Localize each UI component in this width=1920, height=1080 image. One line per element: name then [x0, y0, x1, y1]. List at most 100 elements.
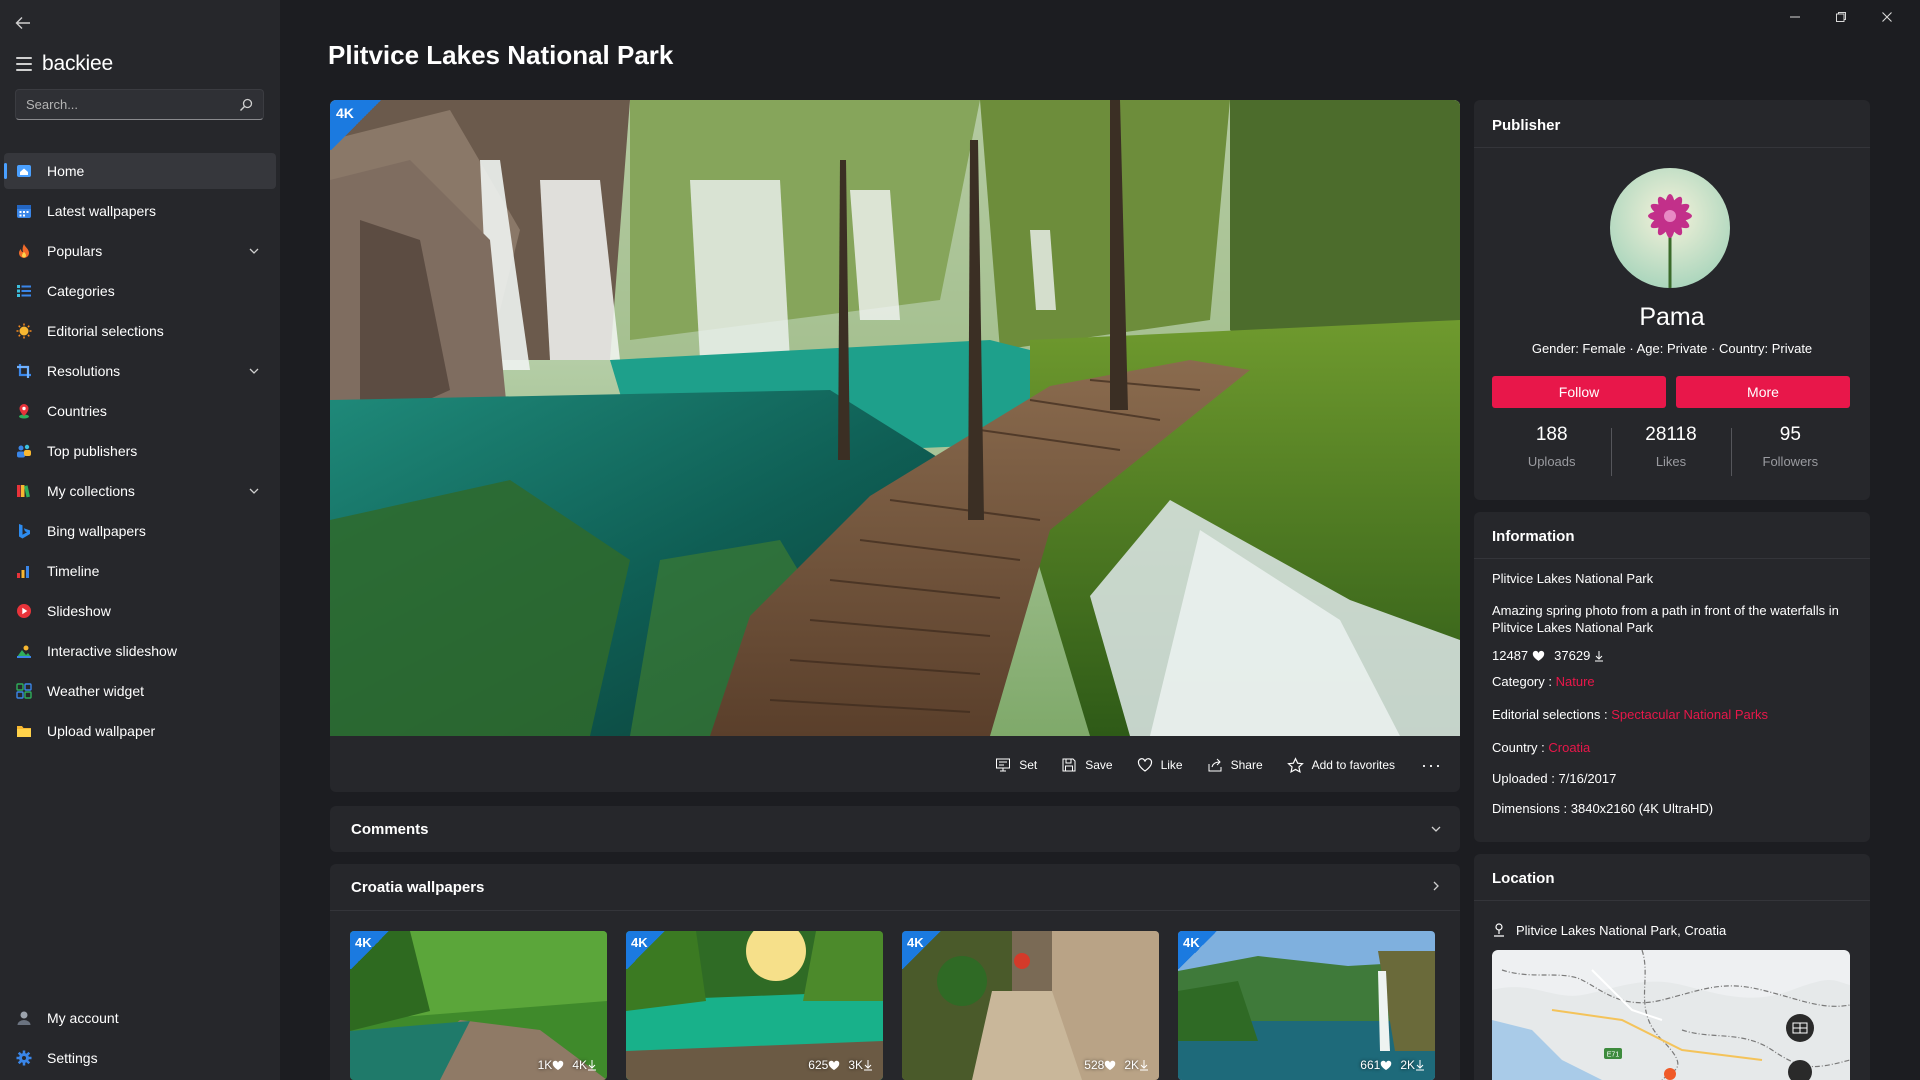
wallpaper-image[interactable] [330, 100, 1460, 736]
sidebar-bottom-nav: My account Settings [0, 1000, 280, 1080]
thumbnail-row: 4K 1K 4K 4K 625 3K 4K 528 2K 4K 661 2K [350, 931, 1454, 1080]
location-map[interactable]: E71 [1492, 950, 1850, 1080]
save-icon [1062, 758, 1076, 772]
sidebar-item-my-collections[interactable]: My collections [4, 473, 276, 509]
sidebar-item-label: Latest wallpapers [47, 203, 156, 219]
save-button[interactable]: Save [1061, 757, 1113, 773]
chevron-down-icon[interactable] [248, 485, 260, 497]
chevron-down-icon[interactable] [248, 245, 260, 257]
wallpaper-thumbnail[interactable]: 4K 661 2K [1178, 931, 1435, 1080]
more-options-icon[interactable]: ··· [1421, 755, 1442, 776]
publisher-name[interactable]: Pama [1474, 303, 1870, 332]
follow-button[interactable]: Follow [1492, 376, 1666, 408]
sidebar-item-weather-widget[interactable]: Weather widget [4, 673, 276, 709]
set-button[interactable]: Set [995, 757, 1037, 773]
uploaded-row: Uploaded : 7/16/2017 [1492, 770, 1852, 787]
sidebar-item-latest-wallpapers[interactable]: Latest wallpapers [4, 193, 276, 229]
downloads-count: 37629 [1554, 648, 1591, 663]
publisher-stats: 188 Uploads 28118 Likes 95 Followers [1492, 424, 1850, 476]
thumbnail-stats: 1K 4K [538, 1058, 597, 1072]
avatar[interactable] [1610, 168, 1730, 288]
country-row: Country : Croatia [1492, 739, 1852, 756]
set-label: Set [1019, 758, 1038, 772]
downloads-count: 4K [572, 1058, 587, 1072]
dimensions-value: 3840x2160 (4K UltraHD) [1570, 801, 1714, 816]
sidebar-item-label: My account [47, 1010, 119, 1026]
related-wallpapers-section: Croatia wallpapers 4K 1K 4K 4K 625 3K 4K… [330, 864, 1460, 1080]
location-pin-icon [1494, 923, 1504, 937]
share-icon [1208, 758, 1222, 772]
wallpaper-thumbnail[interactable]: 4K 528 2K [902, 931, 1159, 1080]
related-section-title[interactable]: Croatia wallpapers [351, 879, 484, 896]
sidebar-item-label: Settings [47, 1050, 98, 1066]
road-label: E71 [1607, 1052, 1620, 1059]
close-button[interactable] [1864, 6, 1910, 28]
wallpaper-thumbnail[interactable]: 4K 625 3K [626, 931, 883, 1080]
sidebar-item-label: Categories [47, 283, 115, 299]
download-icon [864, 1060, 872, 1071]
minimize-button[interactable] [1772, 6, 1818, 28]
sidebar-item-categories[interactable]: Categories [4, 273, 276, 309]
downloads-count: 3K [848, 1058, 863, 1072]
sidebar-item-label: Countries [47, 403, 107, 419]
restore-icon [1836, 12, 1846, 22]
add-to-favorites-button[interactable]: Add to favorites [1286, 756, 1395, 774]
sidebar-item-bing-wallpapers[interactable]: Bing wallpapers [4, 513, 276, 549]
sidebar-item-upload-wallpaper[interactable]: Upload wallpaper [4, 713, 276, 749]
editorial-label: Editorial selections : [1492, 707, 1608, 722]
sidebar-item-home[interactable]: Home [4, 153, 276, 189]
heart-icon [1381, 1060, 1392, 1070]
heart-icon [1137, 758, 1152, 772]
sidebar-item-top-publishers[interactable]: Top publishers [4, 433, 276, 469]
sidebar-item-editorial-selections[interactable]: Editorial selections [4, 313, 276, 349]
like-button[interactable]: Like [1137, 757, 1183, 773]
more-button[interactable]: More [1676, 376, 1850, 408]
sidebar-item-resolutions[interactable]: Resolutions [4, 353, 276, 389]
wallpaper-card: 4K Set Save Like Share Add to favorites … [330, 100, 1460, 792]
star-icon [1286, 756, 1304, 773]
share-button[interactable]: Share [1207, 757, 1263, 773]
chevron-right-icon[interactable] [1430, 880, 1442, 892]
stat-uploads[interactable]: 188 Uploads [1492, 424, 1611, 469]
comments-panel[interactable]: Comments [330, 806, 1460, 852]
downloads-count: 2K [1400, 1058, 1415, 1072]
sidebar-item-label: Bing wallpapers [47, 523, 146, 539]
sidebar-item-label: Timeline [47, 563, 100, 579]
sidebar-item-timeline[interactable]: Timeline [4, 553, 276, 589]
search-box[interactable] [15, 89, 264, 120]
country-link[interactable]: Croatia [1548, 740, 1590, 755]
brand-row: backiee [16, 50, 113, 78]
chevron-down-icon[interactable] [248, 365, 260, 377]
information-card: Information Plitvice Lakes National Park… [1474, 512, 1870, 842]
stat-likes[interactable]: 28118 Likes [1611, 424, 1730, 476]
gear-icon [16, 1050, 32, 1066]
sidebar-item-settings[interactable]: Settings [4, 1040, 276, 1076]
sidebar-item-countries[interactable]: Countries [4, 393, 276, 429]
chevron-down-icon[interactable] [1430, 823, 1442, 835]
search-icon[interactable] [239, 98, 253, 112]
sidebar-item-my-account[interactable]: My account [4, 1000, 276, 1036]
dimensions-label: Dimensions : [1492, 801, 1568, 816]
stat-followers[interactable]: 95 Followers [1730, 424, 1850, 476]
country-label: Country : [1492, 740, 1545, 755]
sidebar-item-interactive-slideshow[interactable]: Interactive slideshow [4, 633, 276, 669]
play-icon [17, 604, 31, 618]
sidebar-item-label: Weather widget [47, 683, 145, 699]
sidebar-item-slideshow[interactable]: Slideshow [4, 593, 276, 629]
back-arrow-icon[interactable] [14, 14, 34, 34]
wallpaper-thumbnail[interactable]: 4K 1K 4K [350, 931, 607, 1080]
likes-count: 528 [1084, 1058, 1105, 1072]
share-label: Share [1230, 758, 1263, 772]
editorial-link[interactable]: Spectacular National Parks [1611, 707, 1768, 722]
heart-icon [1532, 650, 1545, 661]
sidebar-item-populars[interactable]: Populars [4, 233, 276, 269]
category-link[interactable]: Nature [1556, 674, 1595, 689]
sidebar: backiee Home Latest wallpapers Populars … [0, 0, 280, 1080]
thumbnail-stats: 528 2K [1084, 1058, 1149, 1072]
restore-button[interactable] [1818, 6, 1864, 28]
hamburger-menu-icon[interactable] [16, 57, 32, 71]
wallpaper-counts: 12487 37629 [1492, 647, 1852, 664]
search-input[interactable] [26, 97, 239, 112]
page-title: Plitvice Lakes National Park [328, 40, 674, 70]
heart-icon [829, 1060, 840, 1070]
